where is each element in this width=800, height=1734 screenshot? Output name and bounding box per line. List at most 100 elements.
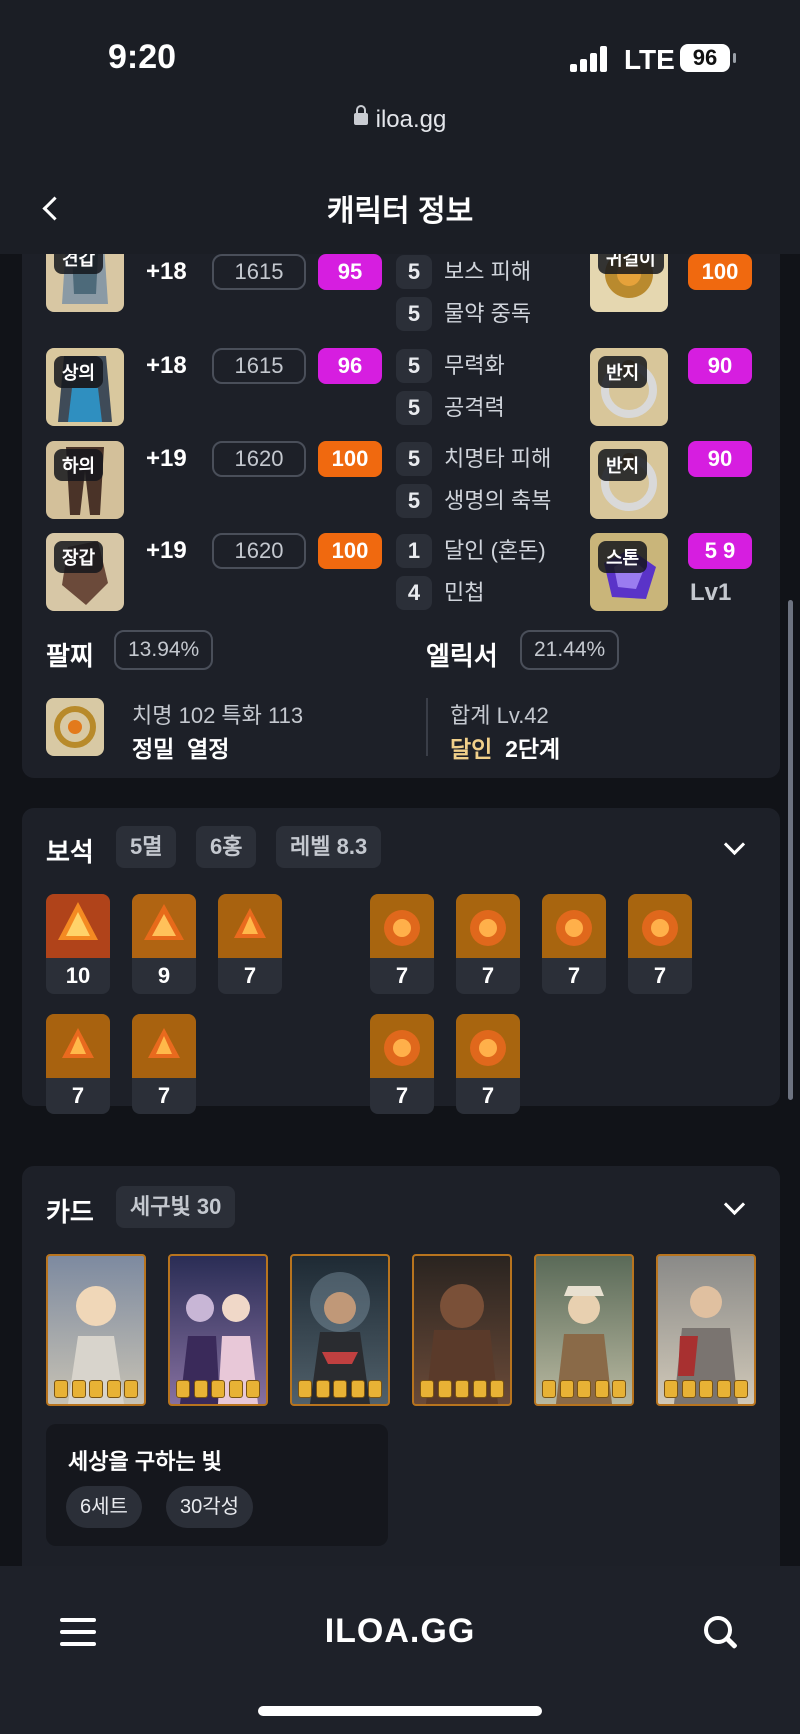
quality-badge: 100 [318,533,382,569]
card-item[interactable] [290,1254,390,1406]
honing-level: +18 [146,258,187,285]
quality-badge: 96 [318,348,382,384]
engraving-line: 5 물약 중독 [396,296,531,331]
engraving-line: 4 민첩 [396,575,484,610]
quality-badge: 100 [688,254,752,290]
page-header: 캐릭터 정보 [0,170,800,254]
gem-item[interactable]: 7 [456,1014,520,1114]
armor-thumb[interactable]: 하의 [46,441,124,519]
quality-badge: 90 [688,441,752,477]
url-text: iloa.gg [375,106,447,133]
gem-item[interactable]: 7 [370,894,434,994]
status-bar: 9:20 LTE 96 iloa.gg [0,0,800,133]
honing-level: +18 [146,352,187,379]
quality-badge: 95 [318,254,382,290]
bracelet-title: 팔찌 [46,641,94,671]
gems-title: 보석 [46,837,94,867]
lock-icon [353,104,368,125]
scrollbar[interactable] [788,600,793,1100]
page-title: 캐릭터 정보 [326,195,474,228]
slot-tag: 귀걸이 [598,254,664,274]
chevron-down-icon[interactable] [714,828,754,868]
search-icon[interactable] [702,1614,738,1650]
home-indicator [258,1706,542,1716]
status-time: 9:20 [108,38,177,76]
bracelet-percent: 13.94% [114,630,214,670]
gem-item[interactable]: 9 [132,894,196,994]
bottom-bar: ILOA.GG [0,1566,800,1734]
chevron-down-icon[interactable] [714,1188,754,1228]
bracelet-stats: 치명 102 특화 113 [132,703,304,728]
slot-tag: 반지 [598,356,648,388]
card-summary-chip: 세구빛 30 [116,1186,236,1228]
elixir-total: 합계 Lv.42 [450,703,549,728]
gem-summary-chip: 5멸 [116,826,177,868]
gem-item[interactable]: 7 [628,894,692,994]
item-level: 1620 [212,441,306,477]
accessory-thumb[interactable]: 귀걸이 [590,254,668,312]
stone-level: Lv1 [690,579,732,606]
elixir-percent: 21.44% [520,630,620,670]
card-item[interactable] [534,1254,634,1406]
engraving-line: 1 달인 (혼돈) [396,533,546,568]
gem-item[interactable]: 7 [218,894,282,994]
bracelet-thumb[interactable] [46,698,104,756]
equip-row: 하의 +19 1620 100 5 치명타 피해 5 생명의 축복 반지 90 [22,441,780,521]
gem-summary-chip: 6홍 [196,826,257,868]
gem-item[interactable]: 7 [370,1014,434,1114]
stone-thumb[interactable]: 스톤 [590,533,668,611]
accessory-thumb[interactable]: 반지 [590,348,668,426]
armor-thumb[interactable]: 견갑 [46,254,124,312]
card-item[interactable] [168,1254,268,1406]
quality-badge: 5 9 [688,533,752,569]
accessory-thumb[interactable]: 반지 [590,441,668,519]
cards-title: 카드 [46,1197,94,1227]
slot-tag: 상의 [54,356,104,388]
signal-icon [570,46,610,72]
gem-item[interactable]: 10 [46,894,110,994]
card-set-chip: 6세트 [66,1486,142,1528]
slot-tag: 반지 [598,449,648,481]
armor-thumb[interactable]: 상의 [46,348,124,426]
gem-item[interactable]: 7 [542,894,606,994]
engraving-line: 5 무력화 [396,348,505,383]
item-level: 1615 [212,254,306,290]
gem-item[interactable]: 7 [456,894,520,994]
engraving-line: 5 공격력 [396,390,505,425]
item-level: 1615 [212,348,306,384]
engraving-line: 5 생명의 축복 [396,483,551,518]
item-level: 1620 [212,533,306,569]
slot-tag: 하의 [54,449,104,481]
gem-item[interactable]: 7 [46,1014,110,1114]
card-set-box: 세상을 구하는 빛 6세트 30각성 [46,1424,388,1546]
slot-tag: 견갑 [54,254,104,274]
slot-tag: 스톤 [598,541,648,573]
equipment-panel: 견갑 +18 1615 95 5 보스 피해 5 물약 중독 귀걸이 100 상의 … [22,254,780,778]
engraving-line: 5 치명타 피해 [396,441,551,476]
divider [426,698,428,756]
quality-badge: 100 [318,441,382,477]
honing-level: +19 [146,445,187,472]
battery-icon: 96 [680,44,736,72]
brand-logo[interactable]: ILOA.GG [0,1612,800,1651]
bracelet-effects: 정밀 열정 [132,736,230,762]
card-item[interactable] [412,1254,512,1406]
card-item[interactable] [46,1254,146,1406]
elixir-title: 엘릭서 [426,641,498,671]
gem-summary-chip: 레벨 8.3 [276,826,382,868]
cards-panel: 카드 세구빛 30 세상을 구하는 빛 6세트 30각성 [22,1166,780,1566]
gem-item[interactable]: 7 [132,1014,196,1114]
engraving-line: 5 보스 피해 [396,254,531,289]
scroll-content[interactable]: 견갑 +18 1615 95 5 보스 피해 5 물약 중독 귀걸이 100 상의 … [0,254,800,1566]
honing-level: +19 [146,537,187,564]
card-awaken-chip: 30각성 [166,1486,254,1528]
armor-thumb[interactable]: 장갑 [46,533,124,611]
network-label: LTE [624,44,675,75]
card-item[interactable] [656,1254,756,1406]
card-set-name: 세상을 구하는 빛 [68,1449,222,1474]
url-bar[interactable]: iloa.gg [0,104,800,134]
equip-row: 상의 +18 1615 96 5 무력화 5 공격력 반지 90 [22,348,780,428]
slot-tag: 장갑 [54,541,104,573]
gems-panel: 보석 5멸 6홍 레벨 8.3 10 9 7 7 7 7 7 7 7 7 7 [22,808,780,1114]
equip-row: 견갑 +18 1615 95 5 보스 피해 5 물약 중독 귀걸이 100 [22,254,780,331]
